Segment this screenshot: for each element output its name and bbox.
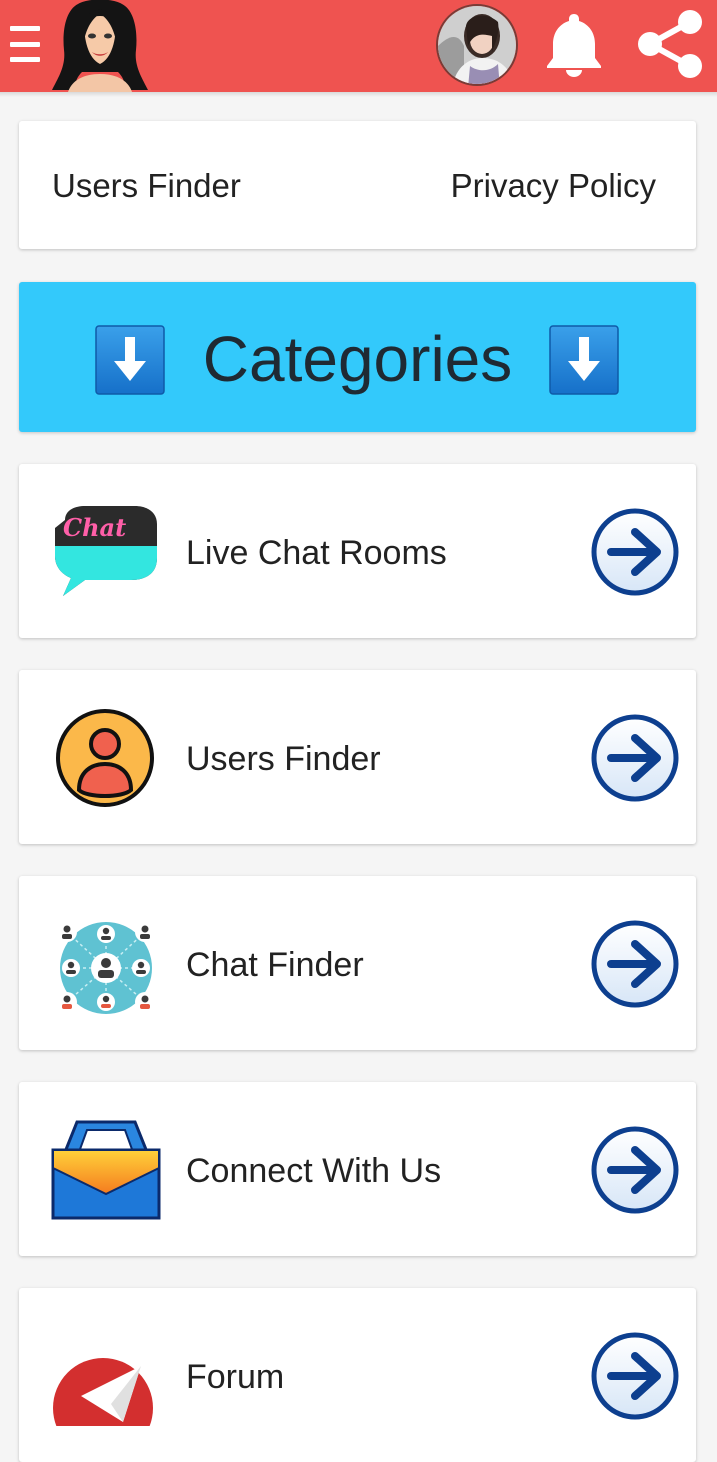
topbar-divider bbox=[0, 92, 717, 97]
category-connect-with-us[interactable]: Connect With Us bbox=[19, 1082, 696, 1256]
item-label: Connect With Us bbox=[186, 1152, 442, 1190]
category-users-finder[interactable]: Users Finder bbox=[19, 670, 696, 844]
top-app-bar bbox=[0, 0, 717, 92]
network-icon bbox=[57, 922, 155, 1014]
mailbox-icon bbox=[51, 1120, 161, 1220]
category-live-chat-rooms[interactable]: Chat Live Chat Rooms bbox=[19, 464, 696, 638]
download-arrow-icon bbox=[549, 325, 619, 395]
arrow-right-icon[interactable] bbox=[591, 1126, 679, 1214]
share-icon[interactable] bbox=[634, 8, 706, 80]
svg-text:Chat: Chat bbox=[63, 513, 126, 542]
user-icon bbox=[56, 709, 154, 807]
category-forum[interactable]: Forum bbox=[19, 1288, 696, 1462]
chat-bubble-icon: Chat bbox=[55, 506, 157, 596]
menu-icon[interactable] bbox=[10, 26, 40, 62]
item-label: Forum bbox=[186, 1358, 285, 1396]
bell-icon[interactable] bbox=[545, 12, 603, 78]
categories-banner: Categories bbox=[19, 282, 696, 432]
item-label: Live Chat Rooms bbox=[186, 534, 447, 572]
app-logo bbox=[52, 0, 148, 92]
users-finder-link[interactable]: Users Finder bbox=[52, 167, 241, 205]
arrow-right-icon[interactable] bbox=[591, 1332, 679, 1420]
category-chat-finder[interactable]: Chat Finder bbox=[19, 876, 696, 1050]
item-label: Chat Finder bbox=[186, 946, 364, 984]
user-avatar[interactable] bbox=[436, 4, 518, 86]
privacy-policy-link[interactable]: Privacy Policy bbox=[451, 167, 656, 205]
arrow-right-icon[interactable] bbox=[591, 508, 679, 596]
arrow-right-icon[interactable] bbox=[591, 714, 679, 802]
forum-icon bbox=[53, 1358, 153, 1426]
quick-links-card: Users Finder Privacy Policy bbox=[19, 121, 696, 249]
item-label: Users Finder bbox=[186, 740, 381, 778]
arrow-right-icon[interactable] bbox=[591, 920, 679, 1008]
